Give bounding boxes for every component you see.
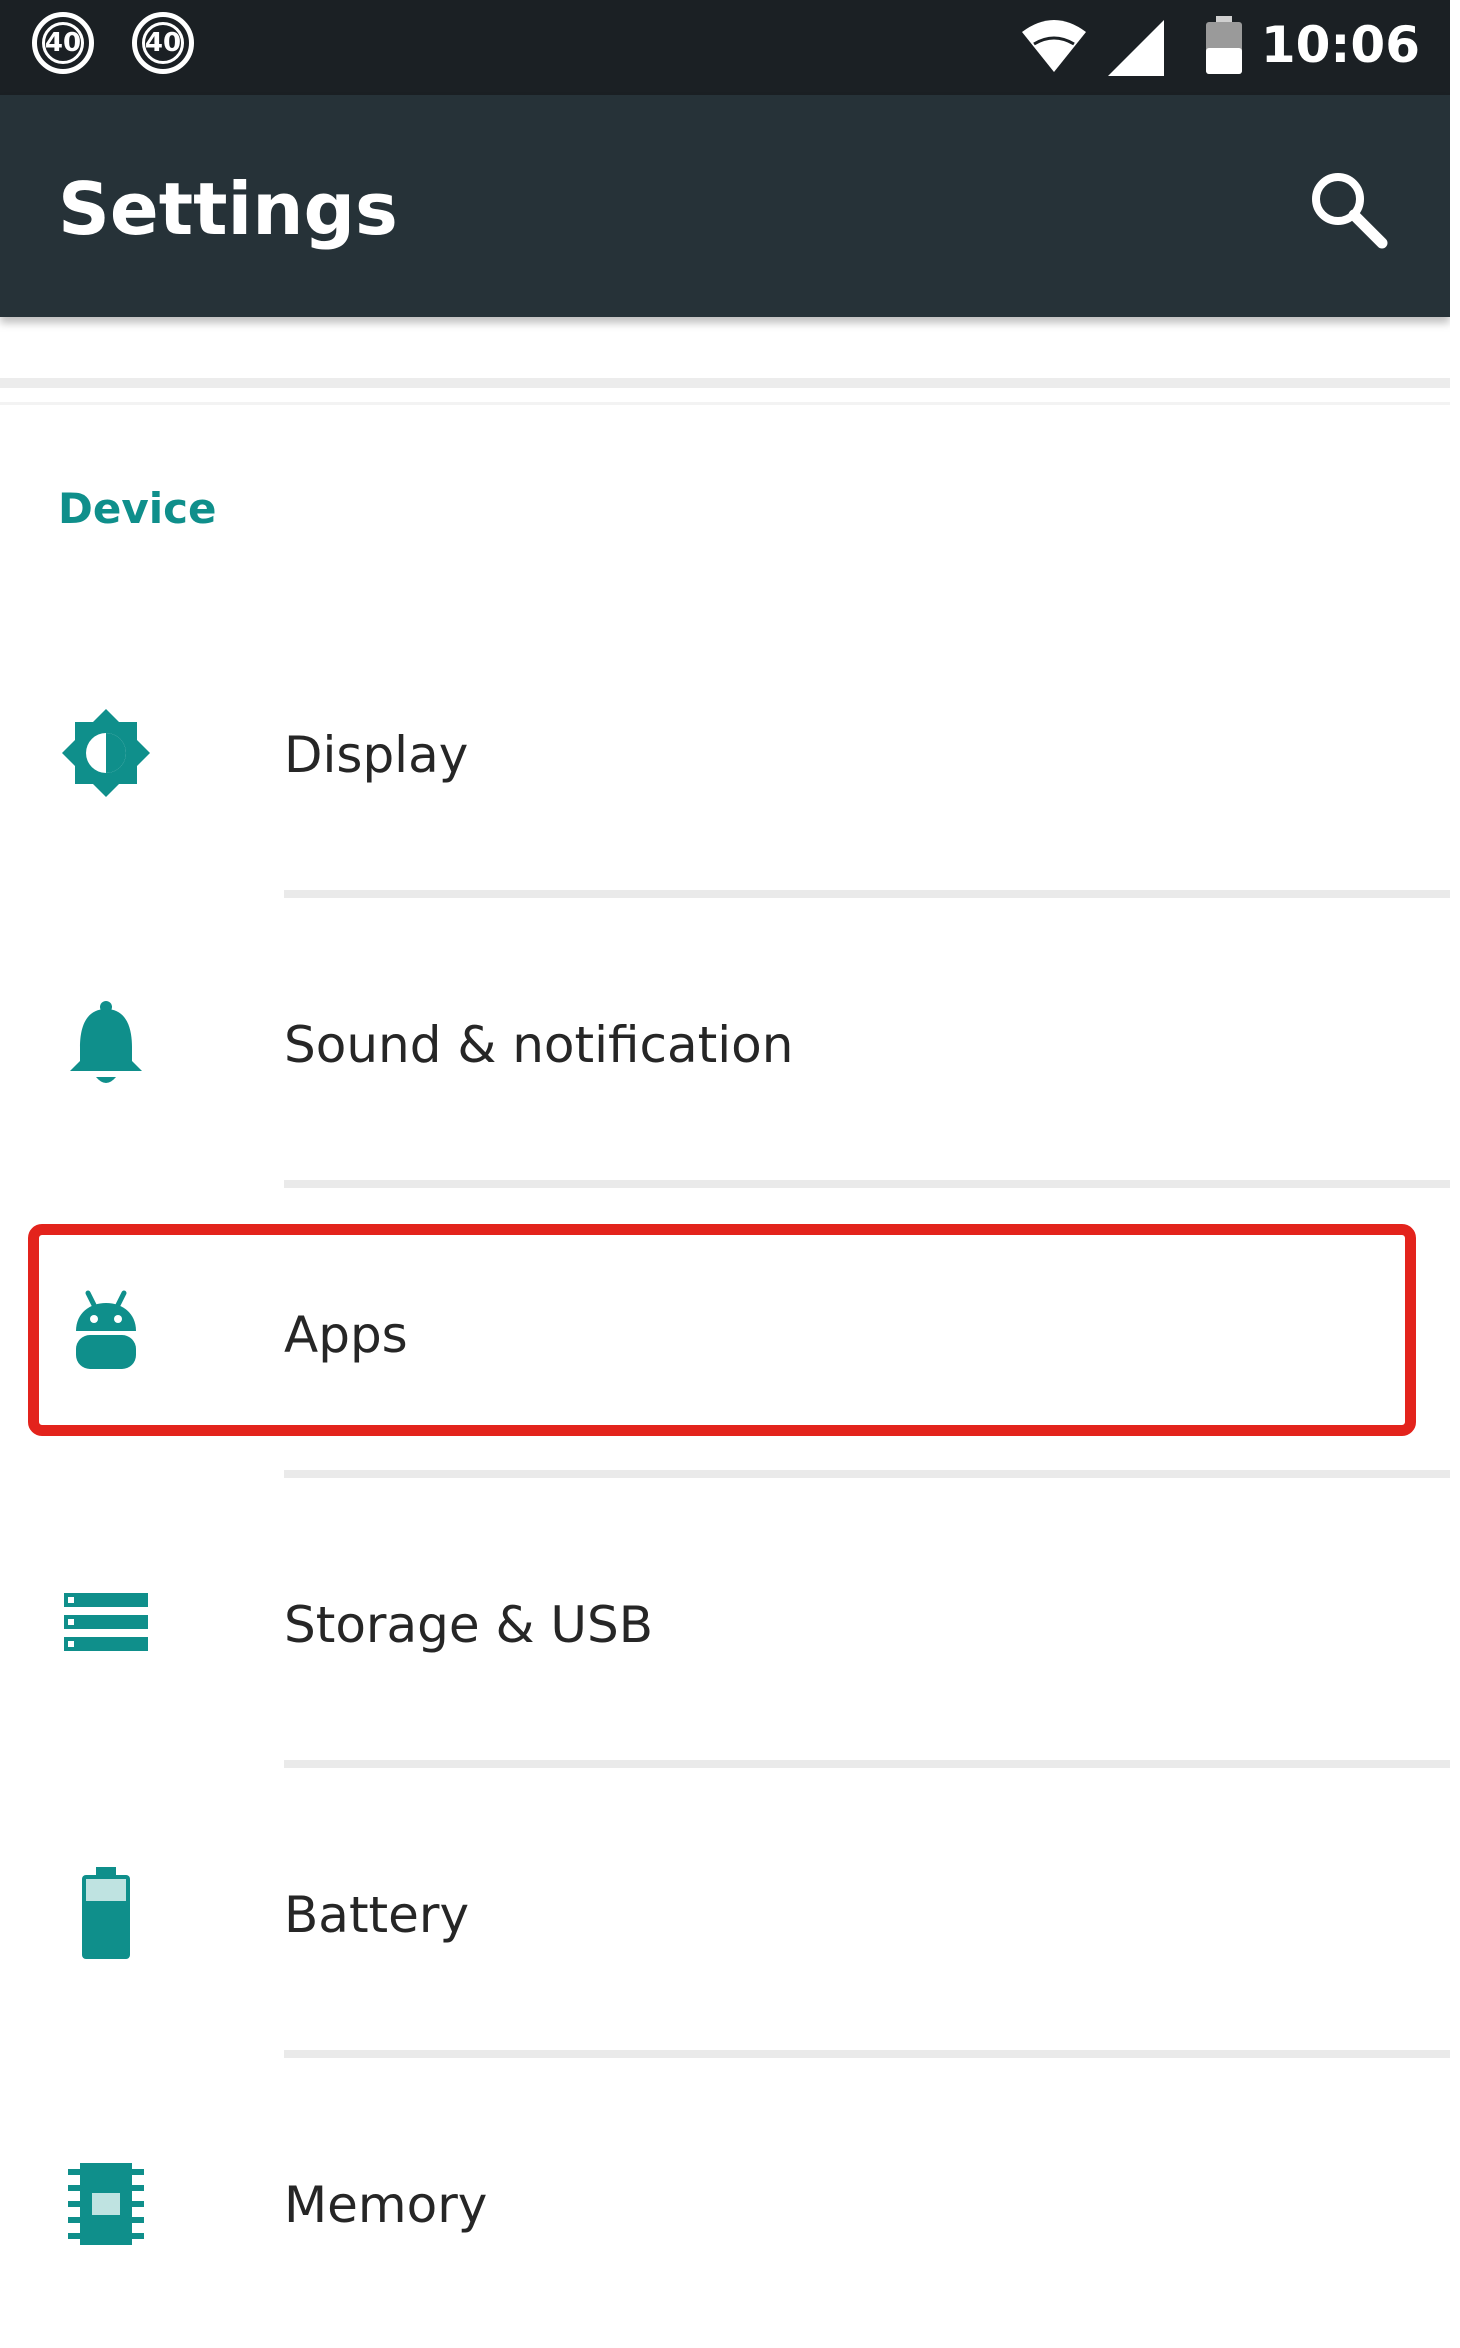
status-bar: 40 40 10:06 [0,0,1450,95]
page-title: Settings [58,167,398,251]
storage-icon [64,1593,148,1651]
battery-icon [82,1867,130,1959]
search-icon [1312,173,1388,249]
settings-item-label: Sound & notification [284,1016,794,1074]
apps-highlight-box [28,1224,1416,1436]
status-badge-text: 40 [42,22,84,64]
item-divider [284,1760,1450,1768]
status-time: 10:06 [1260,16,1420,74]
item-divider [284,2050,1450,2058]
memory-chip-icon [68,2163,144,2245]
status-badge-text: 40 [142,22,184,64]
settings-item-storage-usb[interactable]: Storage & USB [0,1478,1450,1768]
search-button[interactable] [1304,165,1392,253]
status-badge: 40 [32,12,94,74]
settings-item-display[interactable]: Display [0,608,1450,898]
settings-item-label: Storage & USB [284,1596,654,1654]
settings-item-label: Memory [284,2176,488,2234]
battery-status-icon [1206,16,1242,74]
status-badge: 40 [132,12,194,74]
brightness-icon [62,709,150,797]
section-header-device: Device [58,484,217,533]
cell-signal-icon [1108,20,1164,76]
settings-item-label: Battery [284,1886,470,1944]
bell-icon [70,1001,142,1083]
settings-item-sound-notification[interactable]: Sound & notification [0,898,1450,1188]
item-divider [284,1180,1450,1188]
wifi-icon [1022,20,1086,72]
right-edge [1450,0,1460,2259]
item-divider [284,890,1450,898]
app-bar: Settings [0,95,1450,317]
top-divider [0,402,1450,405]
settings-item-battery[interactable]: Battery [0,1768,1450,2058]
item-divider [284,1470,1450,1478]
settings-item-memory[interactable]: Memory [0,2058,1450,2348]
settings-item-label: Display [284,726,469,784]
top-divider [0,378,1450,388]
